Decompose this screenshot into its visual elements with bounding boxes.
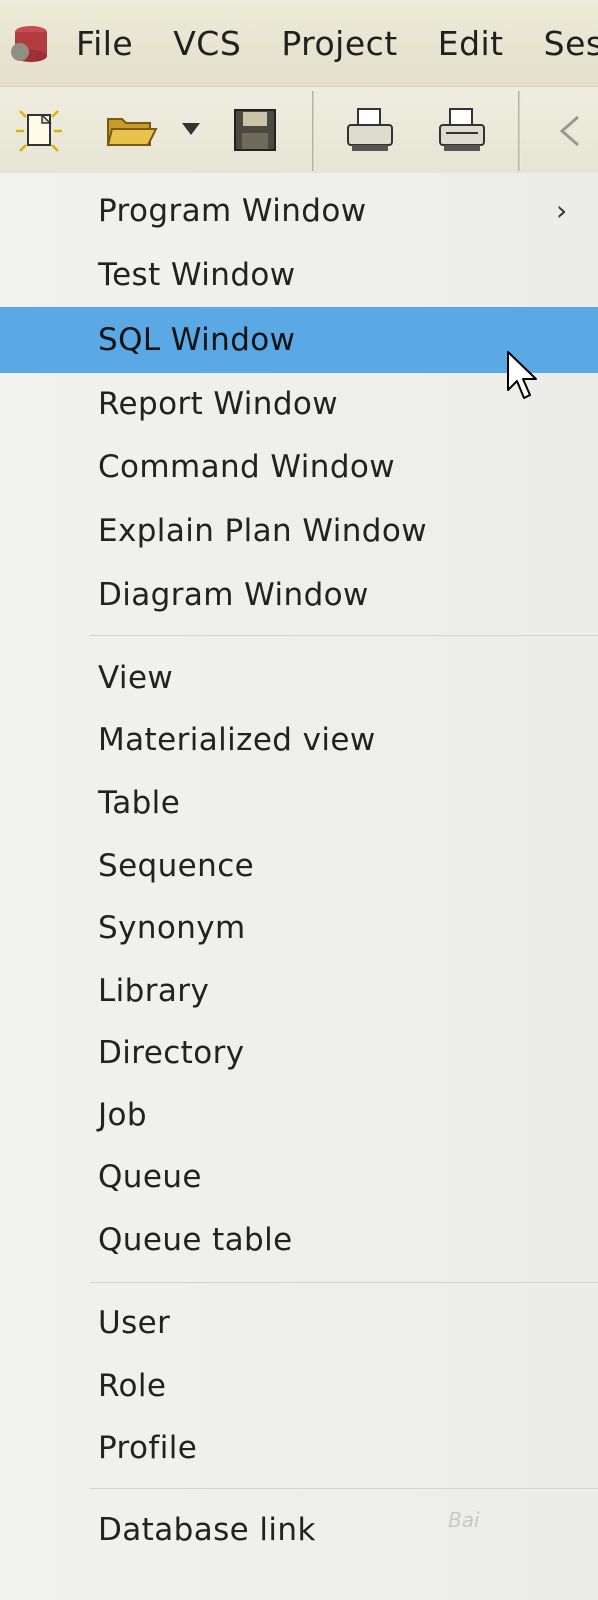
menu-item-label: Queue bbox=[98, 1159, 202, 1195]
menu-item-label: User bbox=[98, 1305, 171, 1341]
open-folder-icon[interactable] bbox=[104, 109, 160, 151]
menu-item-program-window[interactable]: Program Window › bbox=[0, 180, 598, 242]
watermark: Bai bbox=[448, 1508, 480, 1532]
print-icon[interactable] bbox=[344, 105, 396, 155]
menu-item-label: Synonym bbox=[98, 910, 246, 946]
menu-item-profile[interactable]: Profile bbox=[0, 1417, 598, 1479]
menu-item-table[interactable]: Table bbox=[0, 772, 598, 834]
menu-item-explain-plan-window[interactable]: Explain Plan Window bbox=[0, 500, 598, 562]
menu-item-label: Report Window bbox=[98, 386, 339, 422]
app-logo-icon bbox=[11, 26, 47, 62]
menu-item-command-window[interactable]: Command Window bbox=[0, 436, 598, 498]
menu-item-synonym[interactable]: Synonym bbox=[0, 897, 598, 959]
save-icon[interactable] bbox=[232, 107, 278, 153]
menu-separator bbox=[90, 1282, 598, 1283]
menu-item-job[interactable]: Job bbox=[0, 1084, 598, 1146]
dropdown-arrow-icon[interactable] bbox=[180, 121, 202, 137]
menu-project[interactable]: Project bbox=[281, 24, 397, 63]
menu-item-label: Profile bbox=[98, 1430, 198, 1466]
menu-item-test-window[interactable]: Test Window bbox=[0, 244, 598, 306]
menu-item-label: Diagram Window bbox=[98, 577, 369, 613]
menu-session[interactable]: Ses bbox=[544, 24, 598, 63]
menu-item-materialized-view[interactable]: Materialized view bbox=[0, 709, 598, 771]
menu-item-label: Materialized view bbox=[98, 722, 376, 758]
mouse-cursor-icon bbox=[507, 351, 537, 399]
menu-item-label: Role bbox=[98, 1368, 167, 1404]
menu-item-label: Queue table bbox=[98, 1222, 293, 1258]
menu-item-queue[interactable]: Queue bbox=[0, 1146, 598, 1208]
menu-item-user[interactable]: User bbox=[0, 1292, 598, 1354]
menu-item-label: Directory bbox=[98, 1035, 245, 1071]
toolbar-separator bbox=[518, 91, 521, 171]
menu-item-label: Job bbox=[98, 1097, 147, 1133]
menu-item-label: SQL Window bbox=[98, 322, 296, 358]
menu-file[interactable]: File bbox=[76, 24, 133, 63]
menu-item-label: Program Window bbox=[98, 193, 367, 229]
menu-vcs[interactable]: VCS bbox=[173, 24, 241, 63]
menu-item-diagram-window[interactable]: Diagram Window bbox=[0, 564, 598, 626]
menu-item-label: Database link bbox=[98, 1512, 316, 1548]
menu-item-database-link[interactable]: Database link bbox=[0, 1499, 598, 1561]
menu-bar: File VCS Project Edit Ses bbox=[0, 0, 598, 86]
menu-item-library[interactable]: Library bbox=[0, 960, 598, 1022]
menu-item-label: Explain Plan Window bbox=[98, 513, 427, 549]
menu-item-label: Command Window bbox=[98, 449, 396, 485]
menu-separator bbox=[90, 635, 598, 636]
menu-item-role[interactable]: Role bbox=[0, 1355, 598, 1417]
print-preview-icon[interactable] bbox=[436, 105, 488, 155]
undo-icon[interactable] bbox=[552, 109, 596, 153]
menu-item-label: Test Window bbox=[98, 257, 296, 293]
menu-item-label: Sequence bbox=[98, 848, 255, 884]
toolbar bbox=[0, 86, 598, 174]
menu-item-view[interactable]: View bbox=[0, 647, 598, 709]
menu-item-directory[interactable]: Directory bbox=[0, 1022, 598, 1084]
submenu-arrow-icon: › bbox=[556, 194, 568, 227]
menu-edit[interactable]: Edit bbox=[438, 24, 504, 63]
new-icon[interactable] bbox=[14, 107, 64, 155]
menu-item-sequence[interactable]: Sequence bbox=[0, 835, 598, 897]
toolbar-separator bbox=[312, 91, 315, 171]
menu-item-label: Table bbox=[98, 785, 181, 821]
menu-item-queue-table[interactable]: Queue table bbox=[0, 1209, 598, 1271]
menu-item-label: View bbox=[98, 660, 174, 696]
menu-separator bbox=[90, 1488, 598, 1489]
menu-item-label: Library bbox=[98, 973, 210, 1009]
